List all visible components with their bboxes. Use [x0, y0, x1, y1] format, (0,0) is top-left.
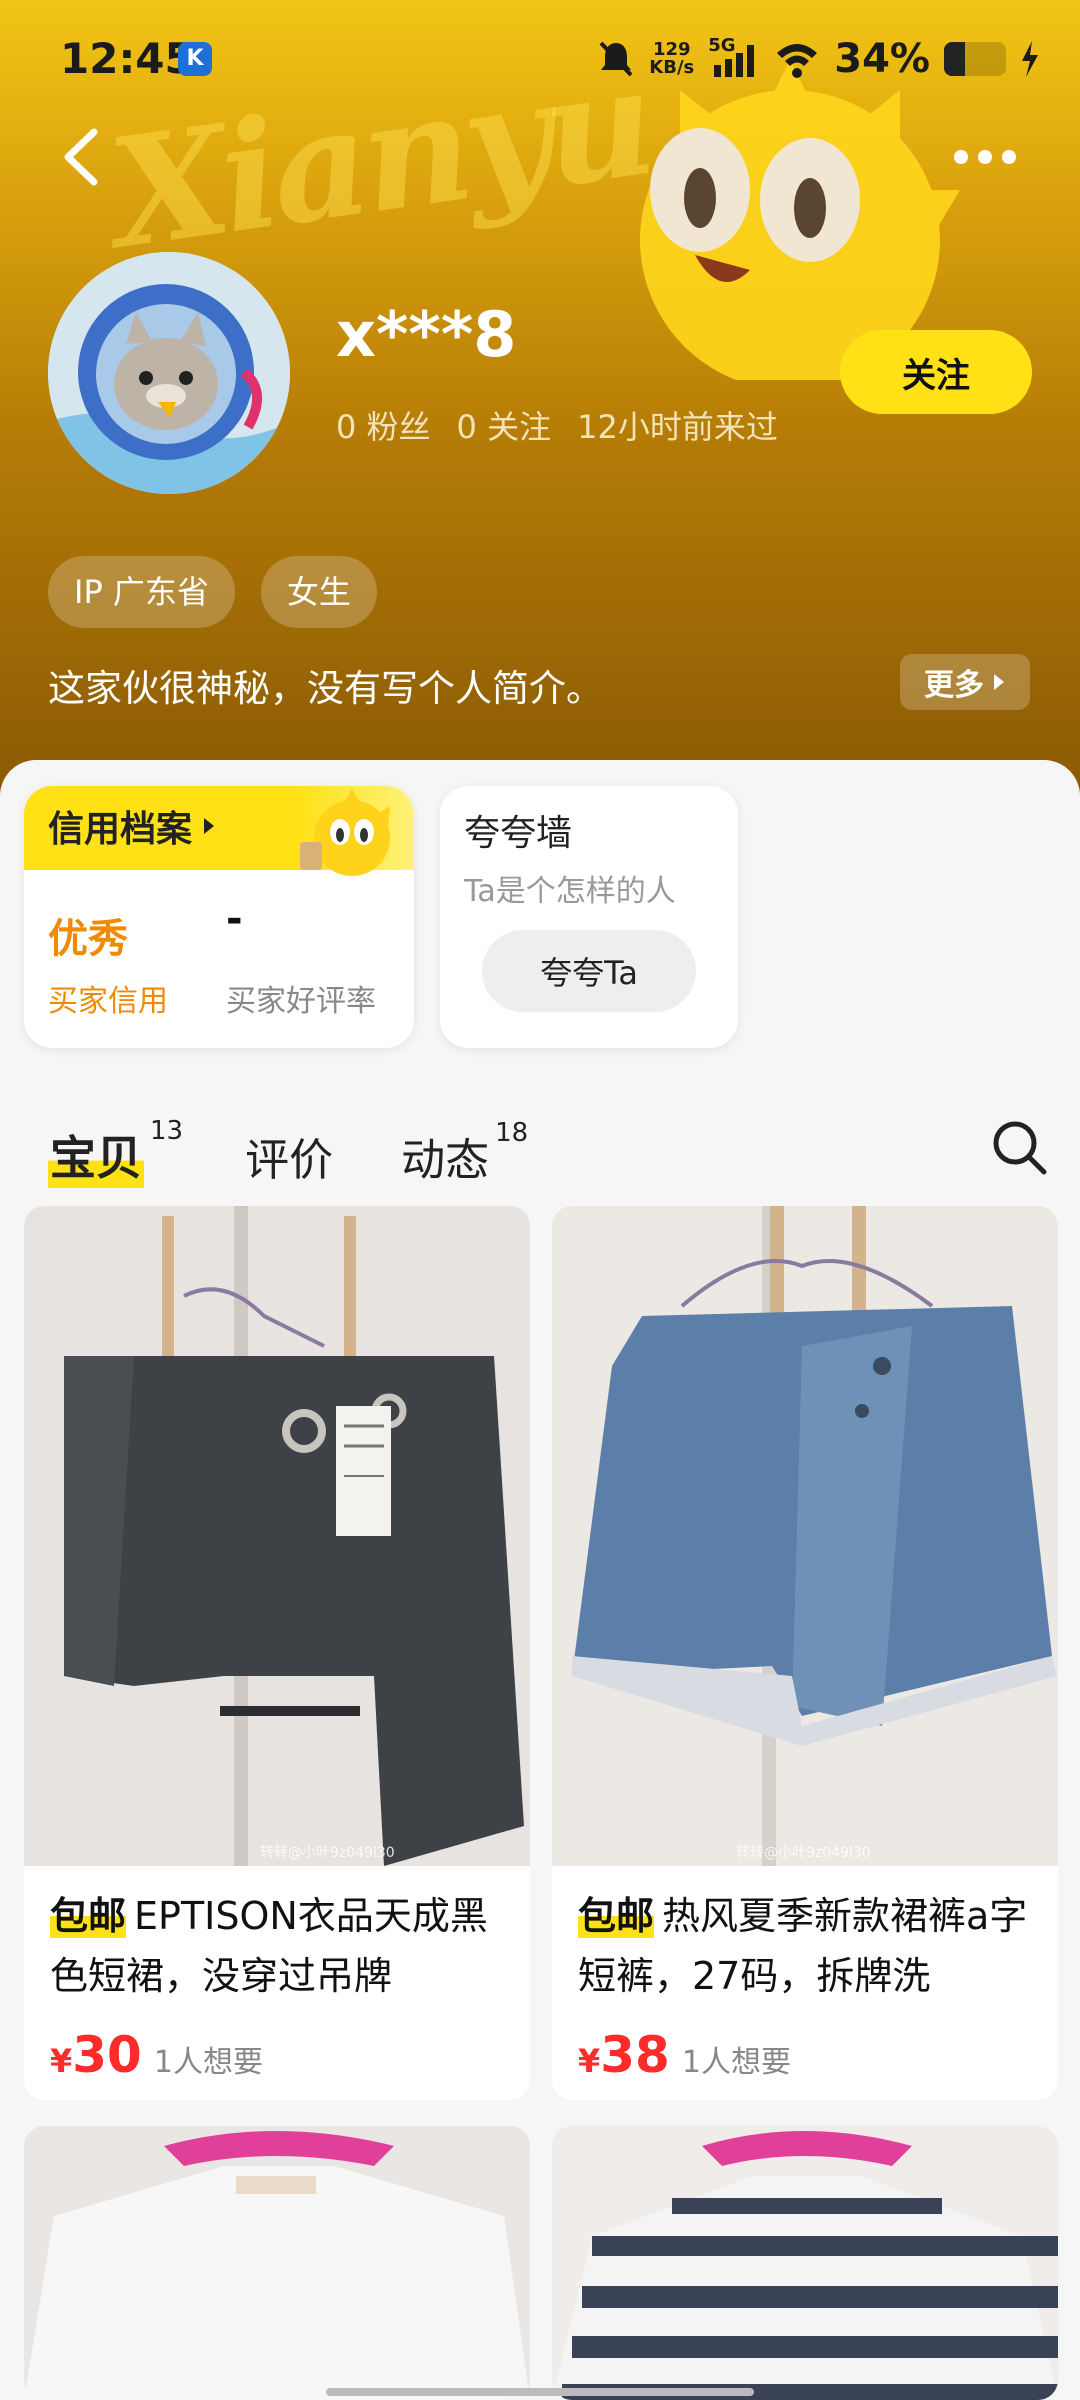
signal-icon: 5G: [708, 35, 760, 79]
product-image[interactable]: [24, 2126, 530, 2400]
network-speed: 129 KB/s: [649, 39, 695, 78]
tag-gender: 女生: [260, 556, 377, 628]
want-count: 1人想要: [153, 2045, 263, 2080]
product-card[interactable]: 转转@小叶9z049l30 包邮 EPTISON衣品天成黑色短裙，没穿过吊牌 ¥3…: [24, 1206, 530, 2100]
positive-rate-value: -: [226, 896, 243, 942]
tab-reviews[interactable]: 评价: [245, 1124, 339, 1188]
app-notification-badge: K: [178, 42, 212, 76]
battery-icon: [944, 42, 1006, 76]
credit-title: 信用档案: [48, 800, 216, 852]
praise-button[interactable]: 夸夸Ta: [482, 930, 696, 1012]
credit-profile-card[interactable]: 信用档案 优秀 买家信用 - 买家好评率: [24, 786, 414, 1048]
free-shipping-badge: 包邮: [578, 1894, 655, 1938]
product-card[interactable]: 转转@小叶9z049l30 包邮 热风夏季新款裙裤a字短裤，27码，拆牌洗 ¥38…: [552, 1206, 1058, 2100]
buyer-credit-value: 优秀: [48, 916, 128, 962]
product-image[interactable]: 转转@小叶9z049l30: [552, 1206, 1058, 1866]
search-icon[interactable]: [990, 1118, 1048, 1176]
praise-wall-subtitle: Ta是个怎样的人: [464, 874, 676, 909]
product-title: 包邮 热风夏季新款裙裤a字短裤，27码，拆牌洗: [578, 1894, 1028, 1998]
product-price: ¥30: [50, 2026, 142, 2084]
following-count[interactable]: 0 关注: [457, 402, 552, 448]
profile-stats: 0 粉丝 0 关注 12小时前来过: [336, 402, 778, 448]
back-arrow-icon[interactable]: [56, 122, 106, 192]
caret-right-icon: [994, 674, 1004, 690]
fans-count[interactable]: 0 粉丝: [336, 402, 431, 448]
last-seen: 12小时前来过: [577, 408, 778, 446]
image-watermark: 转转@小叶9z049l30: [260, 1845, 395, 1861]
product-image[interactable]: [552, 2126, 1058, 2400]
bio-more-button[interactable]: 更多: [900, 654, 1030, 710]
buyer-credit-label: 买家信用: [48, 984, 168, 1019]
tab-posts[interactable]: 动态 18: [401, 1118, 528, 1188]
positive-rate-label: 买家好评率: [226, 984, 376, 1019]
price-row: ¥38 1人想要: [578, 2026, 791, 2084]
mascot-icon: [300, 788, 390, 876]
status-time: 12:45: [60, 34, 194, 83]
mute-bell-icon: [599, 41, 633, 77]
product-title: 包邮 EPTISON衣品天成黑色短裙，没穿过吊牌: [50, 1894, 488, 1998]
free-shipping-badge: 包邮: [50, 1894, 127, 1938]
image-watermark: 转转@小叶9z049l30: [736, 1845, 871, 1861]
caret-right-icon: [204, 818, 215, 834]
username: x***8: [336, 298, 517, 371]
product-card[interactable]: [552, 2126, 1058, 2400]
praise-wall-card[interactable]: 夸夸墙 Ta是个怎样的人 夸夸Ta: [440, 786, 738, 1048]
charging-icon: [1022, 41, 1038, 77]
tag-ip-location: IP 广东省: [48, 556, 235, 628]
price-row: ¥30 1人想要: [50, 2026, 263, 2084]
follow-button[interactable]: 关注: [840, 330, 1032, 414]
product-card[interactable]: [24, 2126, 530, 2400]
profile-bio: 这家伙很神秘，没有写个人简介。: [48, 667, 603, 710]
tab-items[interactable]: 宝贝 13: [48, 1116, 183, 1188]
home-indicator[interactable]: [326, 2388, 754, 2396]
more-options-icon[interactable]: [954, 142, 1024, 172]
avatar[interactable]: [48, 252, 290, 494]
product-price: ¥38: [578, 2026, 670, 2084]
content-tabs: 宝贝 13 评价 动态 18: [48, 1108, 590, 1188]
profile-tags: IP 广东省 女生: [48, 556, 377, 628]
wifi-icon: [777, 44, 818, 78]
battery-percent: 34%: [834, 36, 930, 82]
product-image[interactable]: 转转@小叶9z049l30: [24, 1206, 530, 1866]
status-bar: 12:45 K 129 KB/s 5G 34%: [0, 0, 1080, 120]
praise-wall-title: 夸夸墙: [464, 813, 573, 854]
want-count: 1人想要: [681, 2045, 791, 2080]
